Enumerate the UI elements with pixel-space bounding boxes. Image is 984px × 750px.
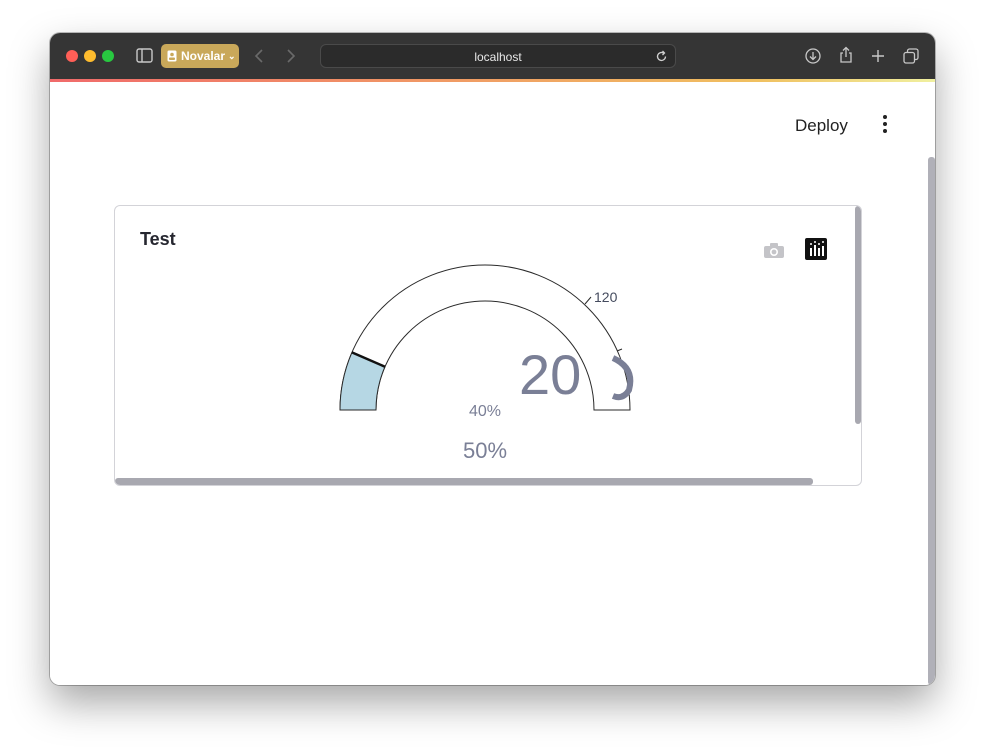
app-viewport: Deploy Test 120 20 40% 50% [50,82,935,685]
minimize-window-button[interactable] [84,50,96,62]
download-icon[interactable] [805,48,821,64]
card-horizontal-scrollbar[interactable] [115,478,813,485]
browser-titlebar: Novalar ⌄ localhost [50,33,935,79]
chevron-down-icon: ⌄ [228,51,236,61]
gauge-delta: 40% [469,403,501,420]
new-tab-icon[interactable] [871,49,885,63]
main-menu-icon[interactable] [882,115,888,137]
gauge-tick-mark [584,296,592,305]
address-bar[interactable]: localhost [320,44,676,68]
close-window-button[interactable] [66,50,78,62]
gauge-chart: 120 20 40% 50% [339,264,634,463]
reload-icon[interactable] [655,50,668,63]
address-bar-text: localhost [474,50,522,64]
chart-card: Test 120 20 40% 50% [114,205,862,486]
forward-arrow-icon[interactable] [286,48,296,64]
profile-tab-label: Novalar [181,49,226,63]
gauge-tick-label: 120 [594,289,618,305]
gauge-number: 20 [519,343,581,406]
gauge-sub-value: 50% [463,438,507,463]
tab-overview-icon[interactable] [903,48,919,64]
back-arrow-icon[interactable] [254,48,264,64]
card-vertical-scrollbar[interactable] [855,206,861,424]
zoom-window-button[interactable] [102,50,114,62]
page-scrollbar[interactable] [928,157,935,685]
gauge-band [339,264,631,411]
sidebar-icon[interactable] [136,48,153,63]
deploy-button[interactable]: Deploy [795,116,848,136]
profile-badge-icon [167,50,177,62]
gauge-tick-mark-2 [616,348,623,352]
browser-window: Novalar ⌄ localhost Deploy Test 120 20 4… [50,33,935,685]
share-icon[interactable] [839,46,853,64]
profile-tab-button[interactable]: Novalar ⌄ [161,44,239,68]
